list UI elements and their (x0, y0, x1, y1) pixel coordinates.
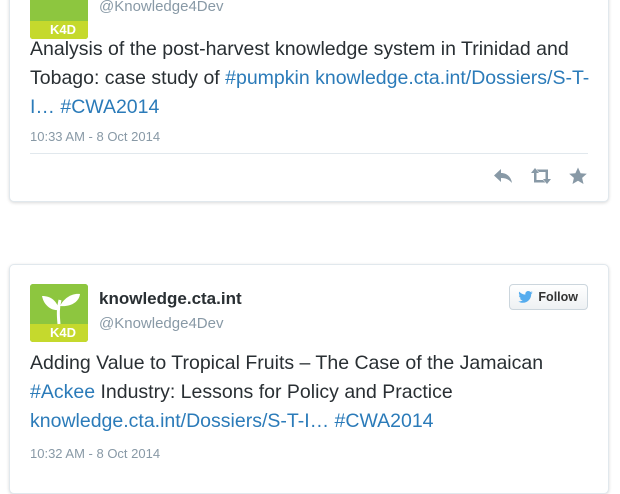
url-link[interactable]: knowledge.cta.int/Dossiers/S-T-I… (30, 410, 329, 432)
avatar[interactable]: K4D (30, 284, 88, 342)
tweet-text: Analysis of the post-harvest knowledge s… (30, 35, 590, 122)
favorite-icon[interactable] (568, 167, 588, 185)
hashtag-link[interactable]: #CWA2014 (335, 410, 434, 432)
user-handle[interactable]: @Knowledge4Dev (99, 315, 223, 332)
timestamp[interactable]: 10:32 AM - 8 Oct 2014 (30, 446, 160, 461)
divider (30, 153, 588, 154)
tweet-actions (492, 167, 588, 185)
retweet-icon[interactable] (528, 167, 554, 185)
display-name[interactable]: knowledge.cta.int (99, 289, 242, 309)
follow-button[interactable]: Follow (509, 284, 588, 310)
hashtag-link[interactable]: #Ackee (30, 381, 95, 403)
twitter-bird-icon (518, 291, 534, 303)
timestamp[interactable]: 10:33 AM - 8 Oct 2014 (30, 129, 160, 144)
hashtag-link[interactable]: #pumpkin (225, 67, 310, 89)
tweet-card: K4D knowledge.cta.int @Knowledge4Dev Fol… (9, 264, 609, 494)
tweet-card: K4D @Knowledge4Dev Analysis of the post-… (9, 0, 609, 202)
avatar-logo-text: K4D (50, 325, 76, 340)
reply-icon[interactable] (492, 167, 514, 185)
tweet-text: Adding Value to Tropical Fruits – The Ca… (30, 349, 590, 436)
hashtag-link[interactable]: #CWA2014 (60, 96, 159, 118)
text-segment: Adding Value to Tropical Fruits – The Ca… (30, 352, 544, 374)
follow-label: Follow (538, 290, 578, 304)
user-handle[interactable]: @Knowledge4Dev (99, 0, 223, 15)
avatar[interactable]: K4D (30, 0, 88, 39)
text-segment: Industry: Lessons for Policy and Practic… (95, 381, 453, 403)
